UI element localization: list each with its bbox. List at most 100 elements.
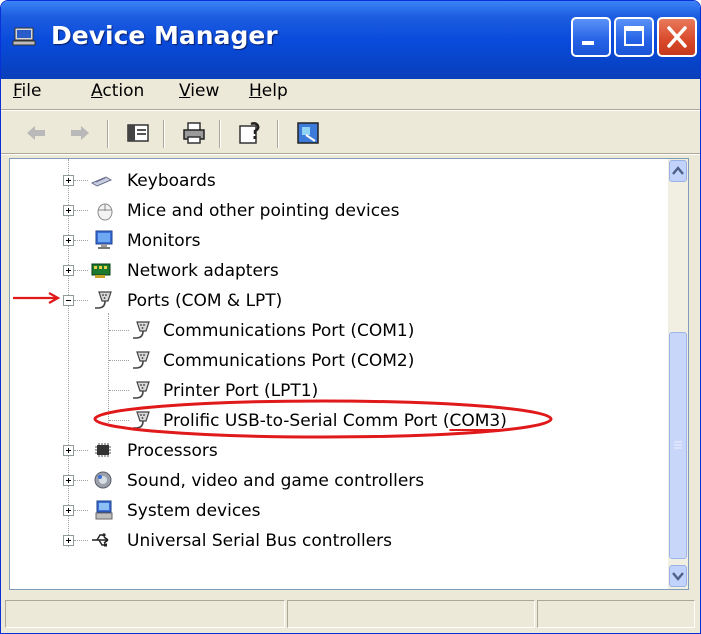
status-bar (1, 596, 700, 633)
update-driver-icon[interactable] (295, 120, 321, 146)
menu-file-mnemonic: F (13, 81, 22, 101)
tree-item-label: Processors (127, 441, 218, 461)
vertical-scrollbar[interactable] (668, 159, 688, 589)
tree-item-processors[interactable]: Processors (10, 437, 670, 463)
toolbar-separator (219, 120, 221, 148)
scroll-down-button[interactable] (669, 565, 687, 587)
close-button[interactable] (657, 17, 697, 57)
minimize-icon (582, 41, 594, 45)
speaker-icon (94, 471, 112, 489)
scroll-up-button[interactable] (669, 160, 687, 182)
network-adapter-icon (91, 263, 111, 278)
maximize-button[interactable] (614, 17, 654, 57)
tree-guide-line (109, 390, 129, 391)
tree-item-label: Communications Port (COM2) (163, 351, 415, 371)
tree-item-usb[interactable]: Universal Serial Bus controllers (10, 527, 670, 553)
tree-item-network-adapters[interactable]: Network adapters (10, 257, 670, 283)
tree-guide-line (74, 300, 88, 301)
menu-view-mnemonic: V (179, 81, 191, 101)
status-pane (537, 600, 695, 628)
menu-action[interactable]: Action (91, 81, 144, 101)
tree-guide-line (74, 270, 88, 271)
tree-guide-line (74, 210, 88, 211)
status-pane (287, 600, 535, 628)
menu-help-mnemonic: H (249, 81, 262, 101)
menu-help[interactable]: Help (249, 81, 288, 101)
window-title: Device Manager (51, 21, 278, 50)
processor-icon (95, 443, 111, 457)
tree-item-keyboards[interactable]: Keyboards (10, 167, 670, 193)
tree-item-label: Network adapters (127, 261, 279, 281)
tree-guide-line (109, 360, 129, 361)
properties-icon[interactable] (237, 120, 263, 146)
menu-view[interactable]: View (179, 81, 219, 101)
tree-item-label: Ports (COM & LPT) (127, 291, 283, 311)
toolbar-separator (107, 120, 109, 148)
expand-box[interactable] (63, 475, 74, 486)
back-arrow-icon[interactable] (23, 120, 49, 146)
menu-action-label: ction (102, 81, 145, 101)
tree-item-system-devices[interactable]: System devices (10, 497, 670, 523)
device-manager-window: Device Manager File Action View Help Key… (0, 0, 701, 634)
minimize-button[interactable] (571, 17, 611, 57)
tree-guide-line (74, 450, 88, 451)
monitor-icon (95, 230, 113, 249)
tree-guide-line (74, 180, 88, 181)
expand-box[interactable] (63, 505, 74, 516)
tree-item-label: Monitors (127, 231, 201, 251)
menu-view-label: iew (190, 81, 220, 101)
chevron-up-icon (672, 166, 684, 175)
device-tree[interactable]: Keyboards Mice and other pointing device… (9, 158, 689, 590)
computer-icon (12, 27, 36, 46)
toolbar-separator (163, 120, 165, 148)
show-hide-tree-icon[interactable] (125, 120, 151, 146)
menu-action-mnemonic: A (91, 81, 103, 101)
tree-item-label: Universal Serial Bus controllers (127, 531, 393, 551)
menu-file-label: ile (21, 81, 42, 101)
tree-item-label: Sound, video and game controllers (127, 471, 425, 491)
expand-box[interactable] (63, 445, 74, 456)
tree-item-label: System devices (127, 501, 261, 521)
menu-help-label: elp (261, 81, 288, 101)
tree-guide-line (109, 330, 129, 331)
tree-item-mice[interactable]: Mice and other pointing devices (10, 197, 670, 223)
grip-icon (674, 441, 682, 449)
port-connector-icon (133, 321, 150, 339)
menu-bar: File Action View Help (1, 79, 700, 109)
title-bar[interactable]: Device Manager (1, 1, 700, 79)
toolbar-separator-line (1, 153, 700, 155)
expand-box[interactable] (63, 265, 74, 276)
tree-guide-line (74, 480, 88, 481)
toolbar-separator (277, 120, 279, 148)
close-icon (667, 26, 687, 48)
tree-item-ports[interactable]: Ports (COM & LPT) (10, 287, 670, 313)
tree-item-sound[interactable]: Sound, video and game controllers (10, 467, 670, 493)
system-device-icon (95, 500, 113, 520)
tree-item-label: Keyboards (127, 171, 216, 191)
port-connector-icon (95, 291, 112, 309)
forward-arrow-icon[interactable] (67, 120, 93, 146)
tree-item-com2[interactable]: Communications Port (COM2) (10, 347, 670, 373)
tree-item-com1[interactable]: Communications Port (COM1) (10, 317, 670, 343)
tree-guide-line (74, 240, 88, 241)
menu-separator (1, 109, 700, 111)
scroll-thumb[interactable] (669, 332, 687, 559)
expand-box[interactable] (63, 535, 74, 546)
expand-box[interactable] (63, 235, 74, 246)
tree-item-monitors[interactable]: Monitors (10, 227, 670, 253)
status-pane (5, 600, 285, 628)
toolbar (1, 112, 700, 154)
annotation-ellipse (93, 399, 553, 439)
annotation-arrow-icon (13, 292, 61, 304)
menu-file[interactable]: File (13, 81, 41, 101)
tree-item-label: Communications Port (COM1) (163, 321, 415, 341)
expand-box[interactable] (63, 205, 74, 216)
print-icon[interactable] (181, 120, 207, 146)
tree-guide-line (74, 510, 88, 511)
keyboard-icon (90, 176, 112, 187)
tree-item-label: Mice and other pointing devices (127, 201, 400, 221)
expand-box[interactable] (63, 175, 74, 186)
tree-guide-line (74, 540, 88, 541)
collapse-box[interactable] (63, 295, 74, 306)
usb-icon (92, 533, 109, 547)
